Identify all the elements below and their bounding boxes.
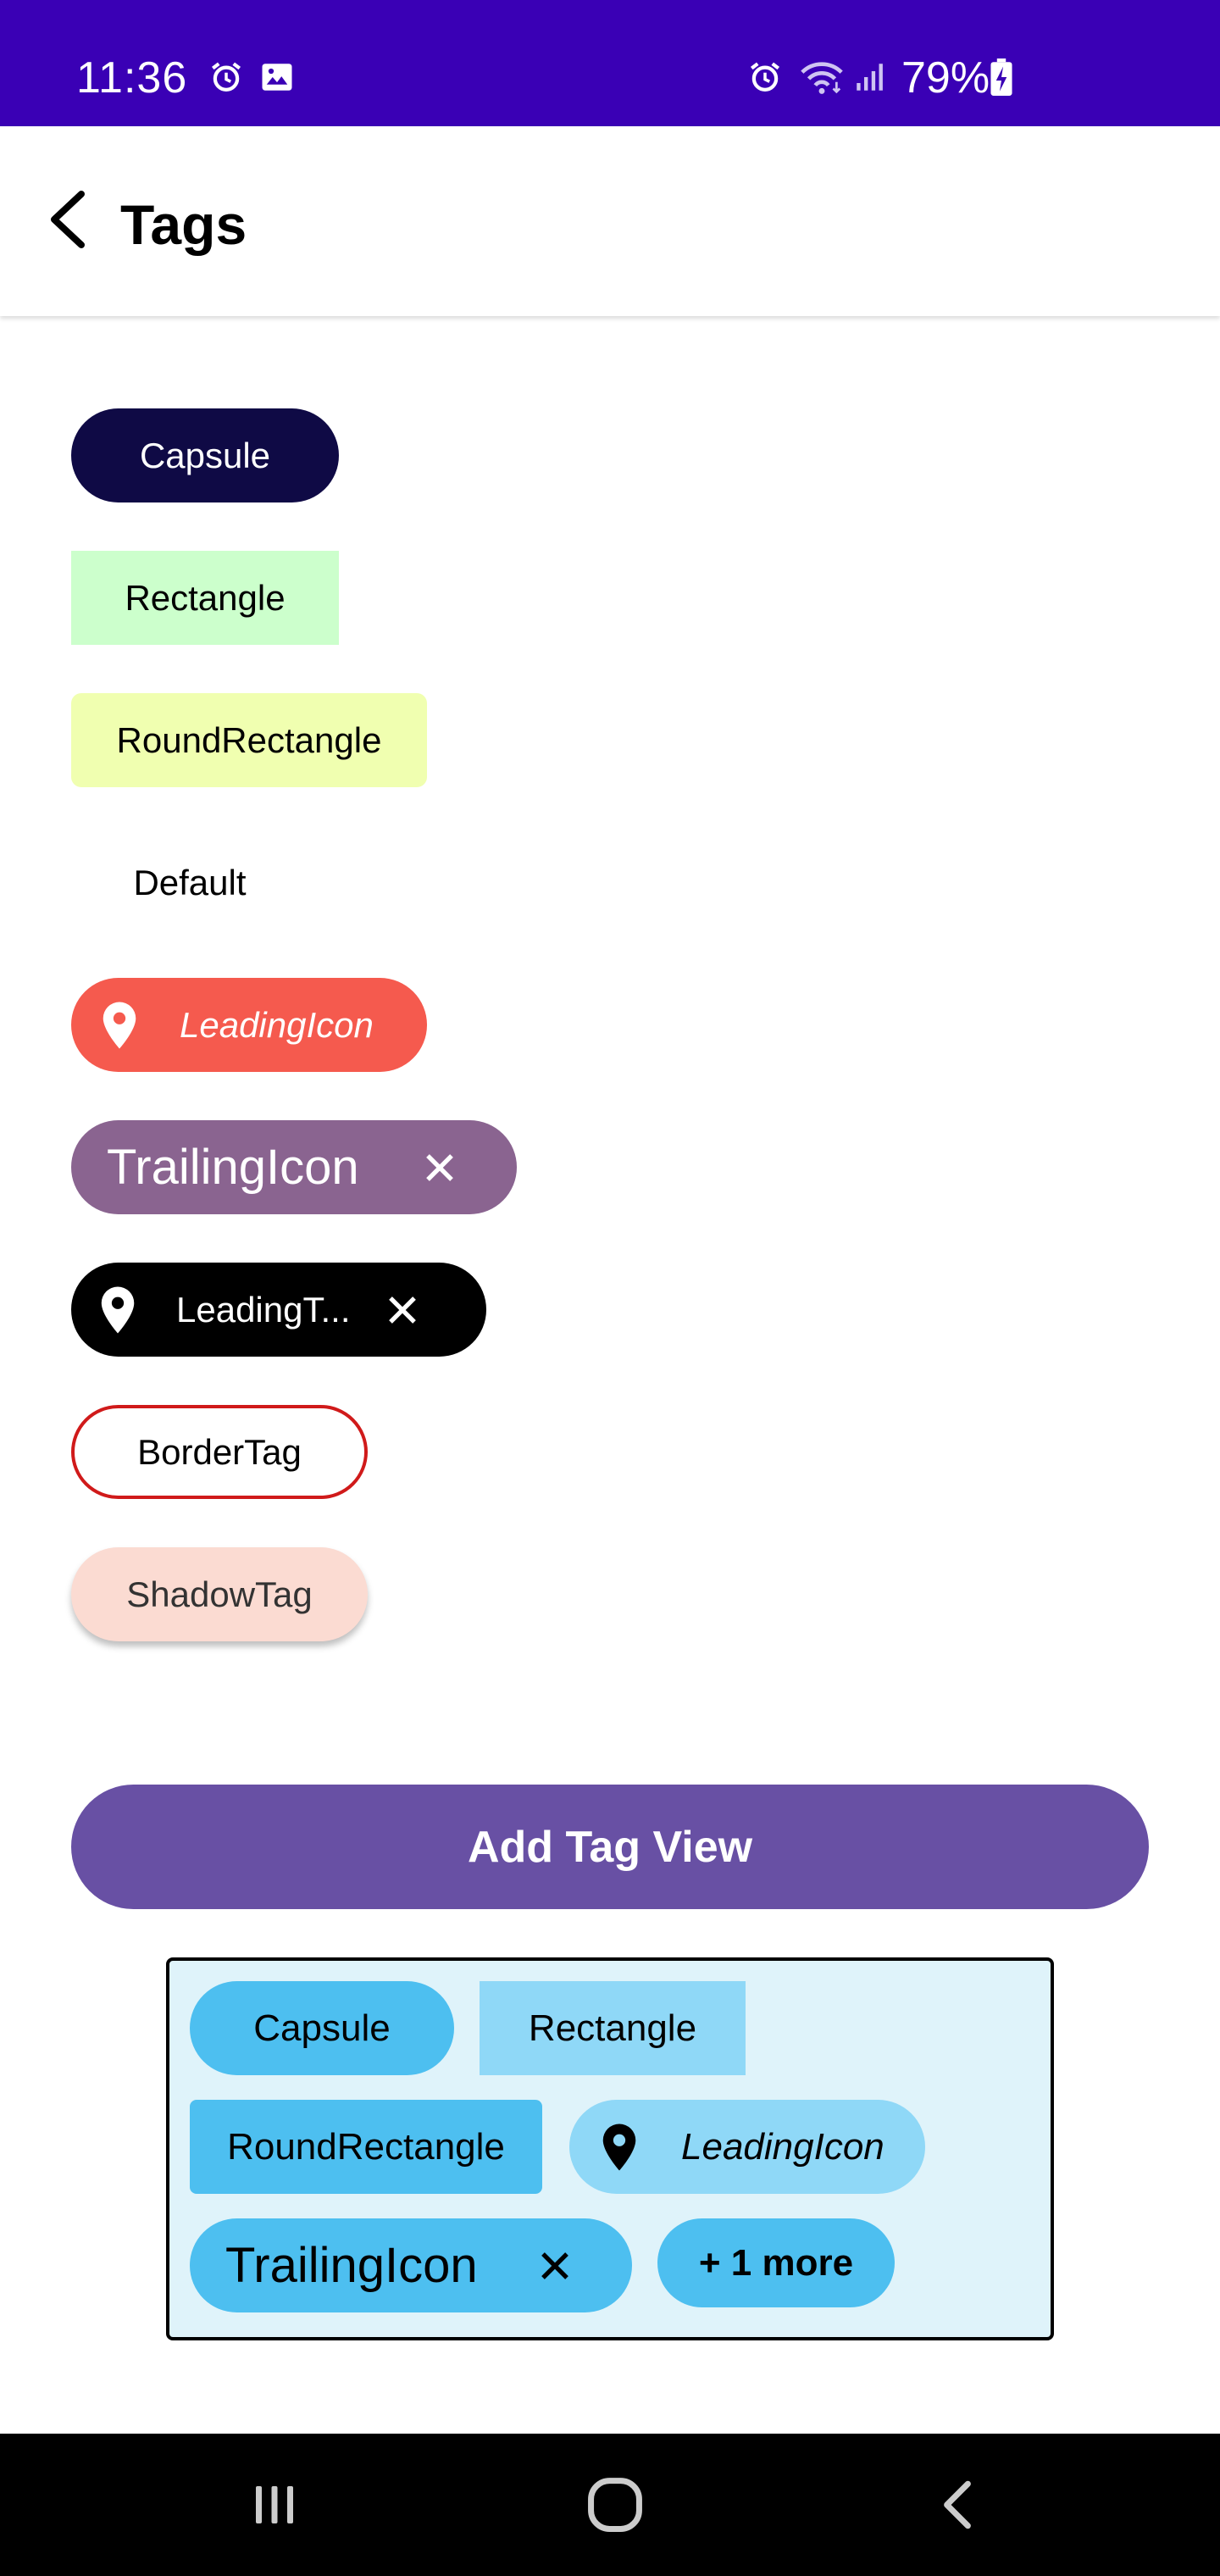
tag-label: LeadingIcon [180, 1004, 374, 1045]
location-pin-icon [90, 1282, 146, 1338]
image-icon [258, 58, 297, 97]
status-bar: 11:36 79% [0, 0, 1220, 126]
battery-percentage: 79% [901, 53, 990, 103]
tag-label: TrailingIcon [107, 1140, 359, 1195]
trailing-icon-tag[interactable]: TrailingIcon [71, 1120, 517, 1214]
round-rectangle-tag[interactable]: RoundRectangle [71, 693, 427, 787]
tag-view-item-rectangle[interactable]: Rectangle [480, 1981, 746, 2075]
tag-label: ShadowTag [126, 1574, 313, 1614]
tag-label: RoundRectangle [227, 2125, 505, 2168]
wifi-icon [798, 58, 846, 97]
tag-view-item-round-rectangle[interactable]: RoundRectangle [190, 2100, 542, 2194]
tag-label: TrailingIcon [225, 2238, 478, 2293]
tag-label: Capsule [139, 435, 271, 475]
alarm-icon [207, 58, 246, 97]
tag-label: Default [133, 862, 247, 902]
leading-trailing-tag[interactable]: LeadingT... [71, 1263, 486, 1357]
navigation-bar [0, 2434, 1220, 2576]
tag-view-item-capsule[interactable]: Capsule [190, 1981, 454, 2075]
status-time: 11:36 [76, 53, 188, 103]
back-arrow-icon[interactable] [25, 177, 110, 262]
signal-icon [851, 58, 890, 97]
tag-label: Rectangle [125, 577, 286, 618]
tag-view-item-trailing-icon[interactable]: TrailingIcon [190, 2218, 632, 2312]
rectangle-tag[interactable]: Rectangle [71, 551, 339, 645]
tag-label: Rectangle [528, 2007, 697, 2049]
home-icon[interactable] [573, 2462, 657, 2547]
tag-view-item-leading-icon[interactable]: LeadingIcon [569, 2100, 925, 2194]
location-pin-icon [92, 997, 147, 1053]
capsule-tag[interactable]: Capsule [71, 408, 339, 502]
more-label: + 1 more [698, 2241, 854, 2284]
add-tag-view-button[interactable]: Add Tag View [71, 1785, 1149, 1909]
button-label: Add Tag View [467, 1822, 753, 1872]
border-tag[interactable]: BorderTag [71, 1405, 368, 1499]
leading-icon-tag[interactable]: LeadingIcon [71, 978, 427, 1072]
tag-view-container: Capsule Rectangle RoundRectangle Leading… [166, 1957, 1054, 2340]
default-tag[interactable]: Default [71, 836, 308, 930]
shadow-tag[interactable]: ShadowTag [71, 1547, 368, 1641]
tag-label: Capsule [253, 2007, 391, 2049]
tag-label: BorderTag [137, 1431, 302, 1472]
tag-label: RoundRectangle [116, 719, 382, 760]
battery-charging-icon [986, 58, 1017, 97]
alarm-icon [746, 58, 785, 97]
location-pin-icon [591, 2119, 647, 2175]
close-icon[interactable] [537, 2248, 573, 2284]
more-tags-button[interactable]: + 1 more [657, 2218, 895, 2307]
close-icon[interactable] [385, 1292, 420, 1328]
close-icon[interactable] [422, 1150, 458, 1185]
tag-label: LeadingIcon [681, 2125, 884, 2168]
recents-icon[interactable] [232, 2462, 317, 2547]
app-bar: Tags [0, 126, 1220, 316]
back-icon[interactable] [915, 2462, 1000, 2547]
page-title: Tags [120, 193, 247, 256]
tag-label: LeadingT... [176, 1289, 351, 1330]
